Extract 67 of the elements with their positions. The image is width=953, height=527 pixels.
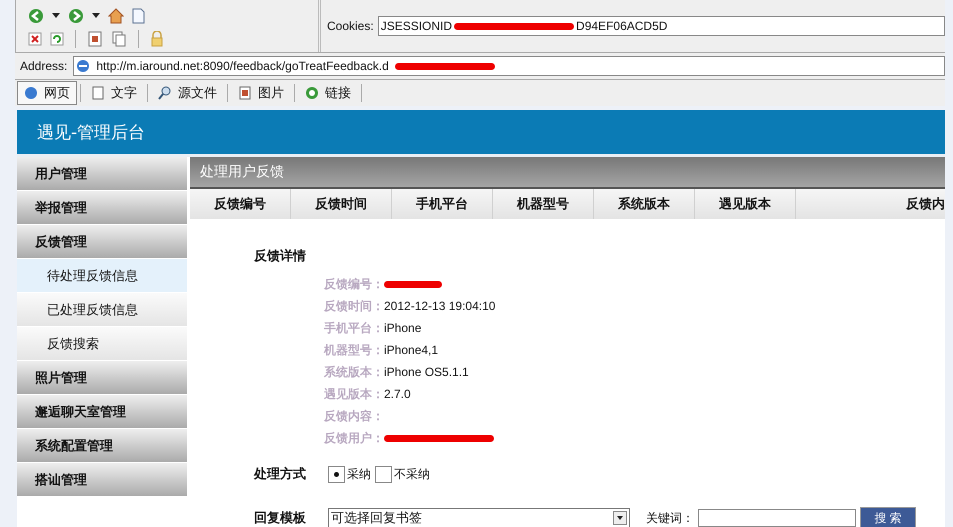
sidebar-item[interactable]: 邂逅聊天室管理 [17, 395, 187, 429]
document-icon[interactable] [87, 31, 103, 47]
detail-label: 机器型号： [324, 342, 384, 358]
radio-label[interactable]: 不采纳 [394, 466, 430, 482]
radio-label[interactable]: 采纳 [347, 466, 371, 482]
caret-icon[interactable] [52, 13, 60, 19]
reply-template-select[interactable]: 可选择回复书签 [328, 508, 630, 527]
sidebar-item[interactable]: 搭讪管理 [17, 463, 187, 497]
keyword-field[interactable] [698, 509, 856, 527]
detail-value: 2012-12-13 19:04:10 [384, 299, 496, 313]
sidebar-item[interactable]: 反馈管理 [17, 225, 187, 259]
column-header: 手机平台 [392, 189, 493, 219]
sidebar-item[interactable]: 举报管理 [17, 191, 187, 225]
detail-value: iPhone [384, 321, 422, 335]
detail-label: 反馈内容： [324, 408, 384, 424]
forward-icon[interactable] [68, 8, 84, 24]
reply-label: 回复模板 [254, 510, 307, 527]
cookies-field[interactable]: JSESSIONID D94EF06ACD5D [378, 16, 945, 36]
stop-icon[interactable] [28, 32, 42, 46]
sidebar-item[interactable]: 已处理反馈信息 [17, 293, 187, 327]
redaction-mark [384, 280, 442, 288]
column-header: 机器型号 [493, 189, 594, 219]
view-tab[interactable]: 图片 [231, 81, 291, 105]
detail-value: iPhone4,1 [384, 343, 438, 357]
address-label: Address: [20, 59, 68, 73]
sidebar-item[interactable]: 待处理反馈信息 [17, 259, 187, 293]
sidebar-item[interactable]: 照片管理 [17, 361, 187, 395]
keyword-label: 关键词： [646, 510, 694, 526]
detail-label: 反馈用户： [324, 430, 384, 446]
detail-value: 2.7.0 [384, 387, 411, 401]
section-title: 反馈详情 [254, 248, 307, 265]
detail-label: 遇见版本： [324, 386, 384, 402]
dropdown-icon [613, 511, 627, 525]
app-title: 遇见-管理后台 [37, 122, 146, 144]
view-tab[interactable]: 源文件 [151, 81, 224, 105]
sidebar-item[interactable]: 反馈搜索 [17, 327, 187, 361]
detail-label: 反馈时间： [324, 298, 384, 314]
back-icon[interactable] [28, 8, 44, 24]
magnifier-icon [158, 86, 172, 100]
column-header: 反馈时间 [291, 189, 392, 219]
page-icon[interactable] [132, 8, 145, 24]
search-button[interactable]: 搜 索 [860, 507, 916, 527]
column-header: 遇见版本 [695, 189, 796, 219]
cookies-label: Cookies: [327, 19, 374, 33]
column-header: 系统版本 [594, 189, 695, 219]
radio-button[interactable] [328, 466, 345, 482]
view-tab[interactable]: 文字 [84, 81, 144, 105]
copy-icon[interactable] [111, 31, 127, 47]
address-field[interactable]: http://m.iaround.net:8090/feedback/goTreatFeedback.d [73, 56, 945, 76]
handling-label: 处理方式 [254, 466, 307, 483]
detail-label: 手机平台： [324, 320, 384, 336]
column-header: 反馈内 [905, 196, 945, 214]
home-icon[interactable] [108, 8, 124, 24]
column-header: 反馈编号 [190, 189, 291, 219]
caret-icon[interactable] [92, 13, 100, 19]
refresh-icon[interactable] [50, 32, 64, 46]
detail-label: 系统版本： [324, 364, 384, 380]
view-tab[interactable]: 网页 [17, 81, 77, 105]
sidebar-item[interactable]: 系统配置管理 [17, 429, 187, 463]
radio-button[interactable] [375, 466, 392, 482]
view-tab[interactable]: 链接 [298, 81, 358, 105]
page-icon [91, 86, 105, 100]
sidebar-item[interactable]: 用户管理 [17, 157, 187, 191]
detail-value: iPhone OS5.1.1 [384, 365, 469, 379]
panel-title: 处理用户反馈 [200, 163, 284, 181]
picture-icon [238, 86, 252, 100]
detail-label: 反馈编号： [324, 276, 384, 292]
